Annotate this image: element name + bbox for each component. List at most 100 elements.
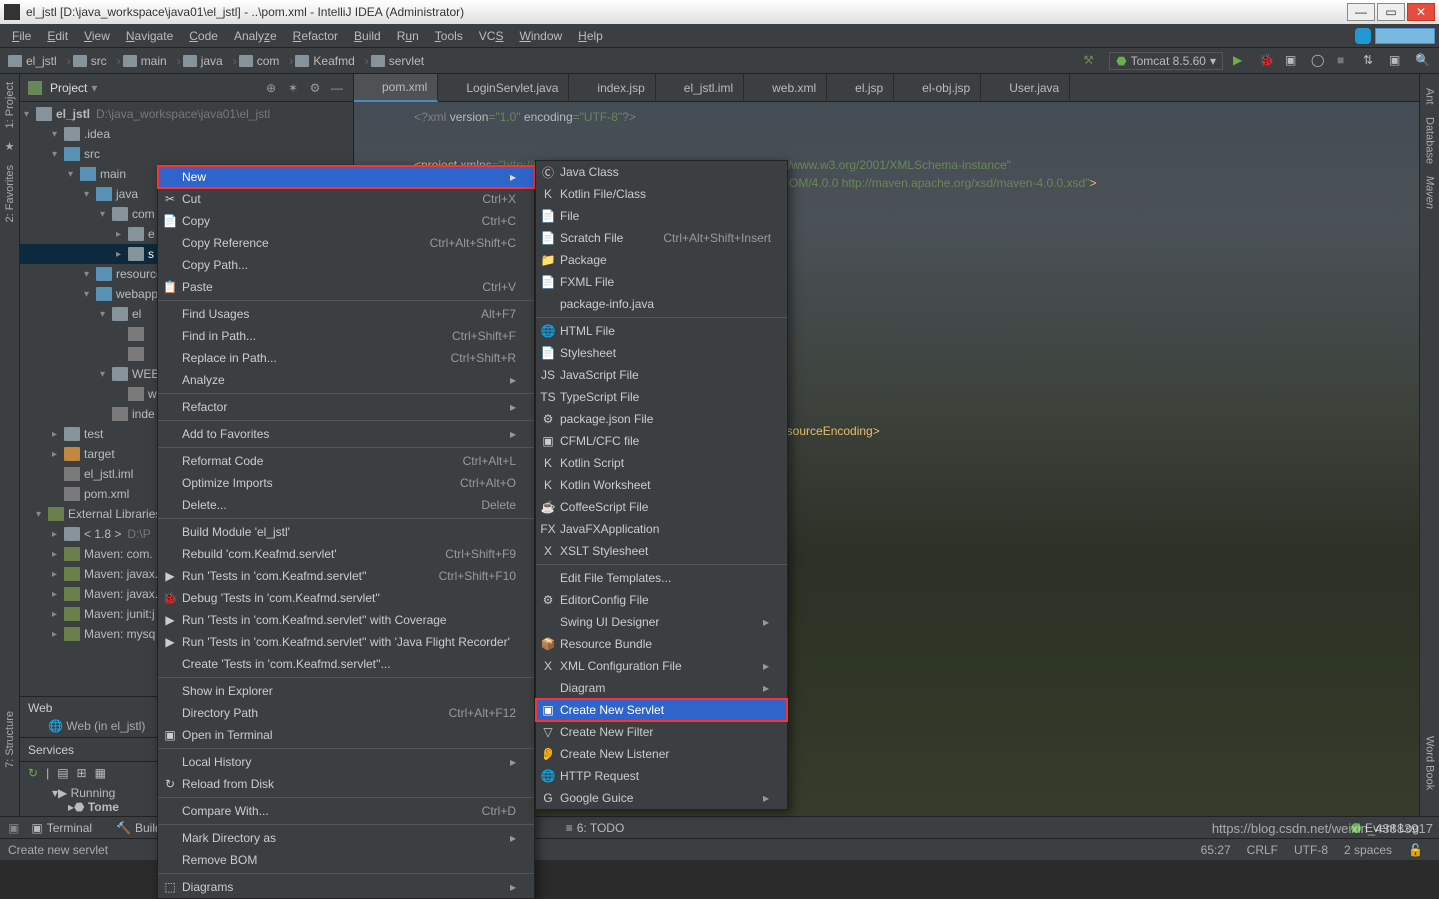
toolbox-icon[interactable]	[1355, 28, 1371, 44]
profiler-icon[interactable]: ◯	[1311, 53, 1327, 69]
crumb-main[interactable]: main	[123, 54, 167, 68]
menu-item[interactable]: ▶Run 'Tests in 'com.Keafmd.servlet'' wit…	[158, 631, 534, 653]
menu-item[interactable]: 📋PasteCtrl+V	[158, 276, 534, 298]
crumb-root[interactable]: el_jstl	[8, 54, 57, 68]
menu-item[interactable]: KKotlin Worksheet	[536, 474, 787, 496]
menu-item[interactable]: Swing UI Designer▸	[536, 611, 787, 633]
menu-analyze[interactable]: Analyze	[226, 27, 285, 45]
settings-icon[interactable]: ⚙	[307, 80, 323, 96]
menu-item[interactable]: 📦Resource Bundle	[536, 633, 787, 655]
menu-window[interactable]: Window	[511, 27, 570, 45]
menu-item[interactable]: ⒸJava Class	[536, 161, 787, 183]
tab-project[interactable]: 1: Project	[2, 74, 18, 136]
editor-tab[interactable]: LoginServlet.java	[438, 74, 569, 102]
coverage-icon[interactable]: ▣	[1285, 53, 1301, 69]
menu-item[interactable]: Find in Path...Ctrl+Shift+F	[158, 325, 534, 347]
menu-item[interactable]: 🌐HTTP Request	[536, 765, 787, 787]
tab-favorites[interactable]: 2: Favorites	[2, 157, 18, 230]
maximize-button[interactable]: ▭	[1377, 3, 1405, 21]
menu-item[interactable]: XXML Configuration File▸	[536, 655, 787, 677]
menu-item[interactable]: Refactor▸	[158, 396, 534, 418]
tree-node[interactable]: ▾src	[20, 144, 353, 164]
locate-icon[interactable]: ⊕	[263, 80, 279, 96]
menu-item[interactable]: ▣Open in Terminal	[158, 724, 534, 746]
tab-structure[interactable]: 7: Structure	[2, 703, 18, 776]
tab-favorites-icon[interactable]: ★	[5, 136, 15, 157]
line-sep[interactable]: CRLF	[1239, 843, 1286, 857]
menu-item[interactable]: ▶Run 'Tests in 'com.Keafmd.servlet'' wit…	[158, 609, 534, 631]
menu-item[interactable]: Analyze▸	[158, 369, 534, 391]
tab-database[interactable]: Database	[1422, 111, 1438, 170]
tab-todo[interactable]: ≡ 6: TODO	[554, 821, 637, 835]
menu-edit[interactable]: Edit	[39, 27, 76, 45]
menu-vcs[interactable]: VCS	[471, 27, 512, 45]
crumb-java[interactable]: java	[183, 54, 223, 68]
menu-item[interactable]: 🐞Debug 'Tests in 'com.Keafmd.servlet''	[158, 587, 534, 609]
menu-item[interactable]: KKotlin Script	[536, 452, 787, 474]
menu-item[interactable]: Diagram▸	[536, 677, 787, 699]
tree-root[interactable]: ▾el_jstlD:\java_workspace\java01\el_jstl	[20, 104, 353, 124]
menu-item[interactable]: New▸	[158, 166, 534, 188]
close-button[interactable]: ✕	[1407, 3, 1435, 21]
tab-maven[interactable]: Maven	[1422, 170, 1438, 215]
menu-item[interactable]: package-info.java	[536, 293, 787, 315]
menu-item[interactable]: ▣CFML/CFC file	[536, 430, 787, 452]
menu-item[interactable]: ⬚Diagrams▸	[158, 876, 534, 898]
editor-tab[interactable]: el.jsp	[827, 74, 894, 102]
menu-item[interactable]: ✂CutCtrl+X	[158, 188, 534, 210]
menu-item[interactable]: 📄Stylesheet	[536, 342, 787, 364]
expand-icon[interactable]: ✶	[285, 80, 301, 96]
menu-item[interactable]: Local History▸	[158, 751, 534, 773]
menu-item[interactable]: Delete...Delete	[158, 494, 534, 516]
menu-item[interactable]: ▣Create New Servlet	[536, 699, 787, 721]
editor-tab[interactable]: pom.xml	[354, 74, 438, 102]
menu-item[interactable]: 📄CopyCtrl+C	[158, 210, 534, 232]
svc-rerun-icon[interactable]: ↻	[28, 766, 38, 780]
svc-grid-icon[interactable]: ▦	[95, 766, 106, 780]
menu-build[interactable]: Build	[346, 27, 389, 45]
tab-wordbook[interactable]: Word Book	[1422, 730, 1438, 796]
menu-item[interactable]: 📁Package	[536, 249, 787, 271]
menu-item[interactable]: ▽Create New Filter	[536, 721, 787, 743]
tab-ant[interactable]: Ant	[1422, 82, 1438, 111]
menu-item[interactable]: Mark Directory as▸	[158, 827, 534, 849]
wrap-icon[interactable]: ▣	[1389, 53, 1405, 69]
encoding[interactable]: UTF-8	[1286, 843, 1336, 857]
tree-node[interactable]: ▾.idea	[20, 124, 353, 144]
tab-terminal[interactable]: ▣ Terminal	[19, 821, 104, 835]
menu-navigate[interactable]: Navigate	[118, 27, 181, 45]
menu-item[interactable]: ↻Reload from Disk	[158, 773, 534, 795]
menu-item[interactable]: Reformat CodeCtrl+Alt+L	[158, 450, 534, 472]
menu-item[interactable]: XXSLT Stylesheet	[536, 540, 787, 562]
menu-item[interactable]: 📄File	[536, 205, 787, 227]
minimize-button[interactable]: —	[1347, 3, 1375, 21]
menu-item[interactable]: Edit File Templates...	[536, 567, 787, 589]
menu-item[interactable]: Show in Explorer	[158, 680, 534, 702]
git-icon[interactable]: ⇅	[1363, 53, 1379, 69]
menu-item[interactable]: ⚙EditorConfig File	[536, 589, 787, 611]
crumb-servlet[interactable]: servlet	[371, 54, 424, 68]
svc-tree-icon[interactable]: ⊞	[77, 766, 87, 780]
menu-item[interactable]: 🌐HTML File	[536, 320, 787, 342]
menu-item[interactable]: ☕CoffeeScript File	[536, 496, 787, 518]
lock-icon[interactable]: 🔓	[1400, 843, 1431, 857]
menu-item[interactable]: Add to Favorites▸	[158, 423, 534, 445]
menu-item[interactable]: 👂Create New Listener	[536, 743, 787, 765]
editor-tab[interactable]: el-obj.jsp	[894, 74, 981, 102]
editor-tab[interactable]: web.xml	[744, 74, 827, 102]
svc-filter-icon[interactable]: ▤	[57, 766, 68, 780]
menu-item[interactable]: Replace in Path...Ctrl+Shift+R	[158, 347, 534, 369]
menu-item[interactable]: Directory PathCtrl+Alt+F12	[158, 702, 534, 724]
menu-item[interactable]: GGoogle Guice▸	[536, 787, 787, 809]
run-icon[interactable]: ▶	[1233, 53, 1249, 69]
menu-item[interactable]: Build Module 'el_jstl'	[158, 521, 534, 543]
cursor-position[interactable]: 65:27	[1193, 843, 1239, 857]
menu-refactor[interactable]: Refactor	[285, 27, 346, 45]
build-icon[interactable]: ⚒	[1083, 53, 1099, 69]
menu-file[interactable]: File	[4, 27, 39, 45]
menu-item[interactable]: 📄FXML File	[536, 271, 787, 293]
menu-item[interactable]: Remove BOM	[158, 849, 534, 871]
menu-help[interactable]: Help	[570, 27, 611, 45]
dropdown-icon[interactable]: ▾	[91, 81, 97, 95]
tool-window-toggle-icon[interactable]: ▣	[8, 821, 19, 835]
